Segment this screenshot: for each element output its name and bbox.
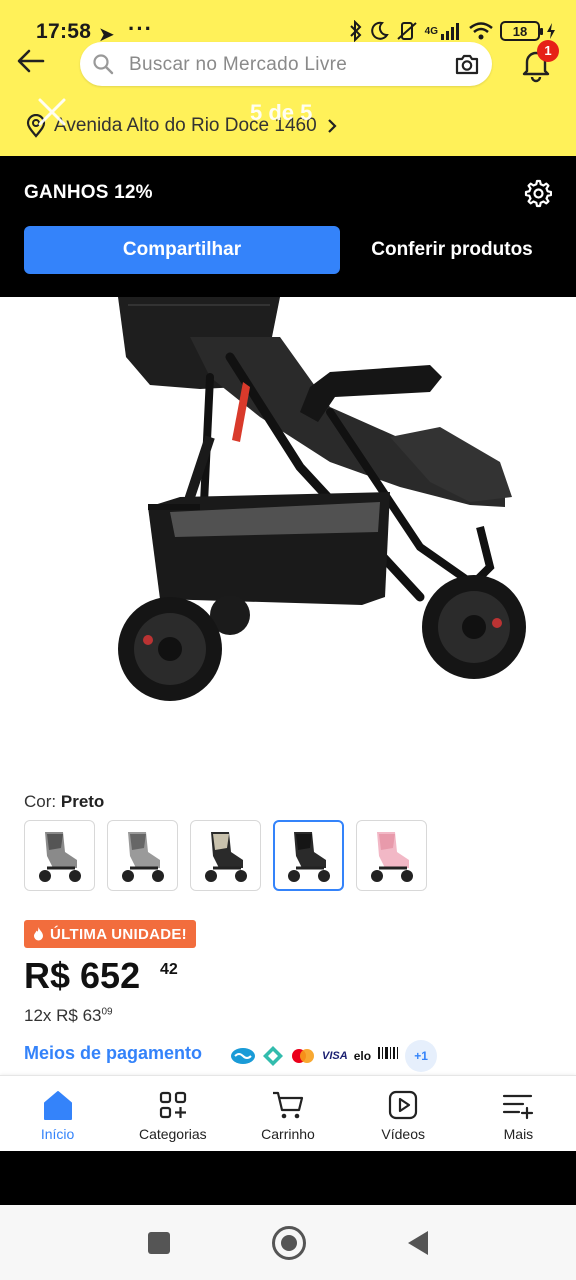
- nav-item-more[interactable]: Mais: [461, 1076, 576, 1151]
- price-main: R$ 652: [24, 955, 141, 996]
- bluetooth-icon: [349, 20, 362, 42]
- mercado-pago-icon: [231, 1048, 255, 1064]
- nav-item-home[interactable]: Início: [0, 1076, 115, 1151]
- recent-apps-icon[interactable]: [148, 1232, 170, 1254]
- battery-level: 18: [512, 23, 528, 39]
- home-icon: [43, 1091, 72, 1120]
- app-header: 17:58 ➤ ··· 4G 18 Buscar no Mercado Livr…: [0, 0, 576, 156]
- variant-thumb[interactable]: [356, 820, 427, 891]
- more-notifications-icon: ···: [128, 16, 153, 41]
- muted-vibrate-icon: [396, 22, 417, 40]
- categories-icon: [159, 1091, 186, 1119]
- installments-cents: 09: [101, 1006, 113, 1018]
- color-selection-label: Cor: Preto: [24, 792, 104, 812]
- search-icon: [93, 54, 114, 75]
- nav-item-categories[interactable]: Categorias: [115, 1076, 230, 1151]
- color-label: Cor:: [24, 792, 57, 811]
- stroller-thumbnail: [38, 831, 81, 882]
- variant-thumb[interactable]: [107, 820, 178, 891]
- wifi-icon: [469, 22, 493, 40]
- status-icons: 4G 18: [349, 20, 556, 42]
- stroller-thumbnail: [370, 831, 413, 882]
- product-image[interactable]: [0, 297, 576, 767]
- battery-icon: 18: [500, 21, 543, 41]
- color-variants: [24, 820, 427, 891]
- boleto-icon: [378, 1047, 399, 1059]
- system-back-icon[interactable]: [408, 1231, 428, 1255]
- affiliate-share-bar: GANHOS 12% Compartilhar Conferir produto…: [0, 156, 576, 297]
- earnings-label: GANHOS 12%: [24, 182, 153, 203]
- more-icon: [503, 1094, 534, 1120]
- stroller-thumbnail: [204, 831, 247, 882]
- mercado-livre-product-screen: 17:58 ➤ ··· 4G 18 Buscar no Mercado Livr…: [0, 0, 576, 1280]
- do-not-disturb-moon-icon: [370, 21, 389, 40]
- image-counter: 5 de 5: [250, 100, 313, 125]
- black-gap: [0, 1151, 576, 1205]
- system-navigation-bar: [0, 1205, 576, 1280]
- stroller-image: [118, 297, 526, 701]
- share-button[interactable]: Compartilhar: [24, 226, 340, 274]
- pix-icon: [263, 1046, 283, 1066]
- nav-label-videos: Vídeos: [381, 1126, 425, 1142]
- nav-item-videos[interactable]: Vídeos: [346, 1076, 461, 1151]
- charging-icon: [547, 23, 555, 39]
- home-button-icon[interactable]: [272, 1226, 306, 1260]
- visa-icon: VISA: [322, 1050, 348, 1062]
- search-placeholder: Buscar no Mercado Livre: [129, 54, 348, 75]
- last-unit-badge: ÚLTIMA UNIDADE!: [24, 920, 196, 948]
- price-cents: 42: [160, 961, 178, 978]
- nav-label-categories: Categorias: [138, 1126, 207, 1142]
- elo-icon: elo: [353, 1049, 372, 1063]
- network-type-indicator: 4G: [424, 25, 438, 37]
- nav-label-cart: Carrinho: [261, 1126, 315, 1142]
- nav-label-home: Início: [40, 1126, 75, 1142]
- installments-amount: 12x R$ 63: [24, 1006, 102, 1025]
- last-unit-text: ÚLTIMA UNIDADE!: [50, 925, 187, 943]
- cart-icon: [273, 1091, 304, 1119]
- search-bar[interactable]: Buscar no Mercado Livre: [80, 42, 492, 86]
- fire-icon: [34, 927, 43, 941]
- nav-item-cart[interactable]: Carrinho: [230, 1076, 345, 1151]
- back-arrow-icon[interactable]: [16, 46, 46, 76]
- variant-thumb[interactable]: [24, 820, 95, 891]
- payment-methods-link[interactable]: Meios de pagamento: [24, 1043, 202, 1064]
- nav-label-more: Mais: [503, 1126, 534, 1142]
- variant-thumb-selected[interactable]: [273, 820, 344, 891]
- status-time: 17:58: [36, 20, 92, 43]
- payment-method-icons[interactable]: VISA elo +1: [230, 1040, 438, 1072]
- video-icon: [389, 1090, 418, 1120]
- stroller-thumbnail: [287, 831, 330, 882]
- stroller-thumbnail: [121, 831, 164, 882]
- chevron-right-icon: [327, 119, 337, 133]
- camera-icon[interactable]: [454, 52, 480, 76]
- signal-icon: [441, 23, 459, 40]
- notification-count-badge: 1: [537, 40, 559, 62]
- color-value: Preto: [60, 792, 105, 811]
- bottom-navigation: Início Categorias Carrinho Vídeos Mais: [0, 1075, 576, 1151]
- check-products-button[interactable]: Conferir produtos: [352, 226, 552, 274]
- installments-text: 12x R$ 6309: [24, 1006, 113, 1026]
- more-payment-methods: +1: [405, 1040, 438, 1072]
- close-gallery-icon[interactable]: [34, 94, 70, 130]
- gear-icon[interactable]: [522, 178, 552, 208]
- mastercard-icon: [292, 1049, 314, 1063]
- variant-thumb[interactable]: [190, 820, 261, 891]
